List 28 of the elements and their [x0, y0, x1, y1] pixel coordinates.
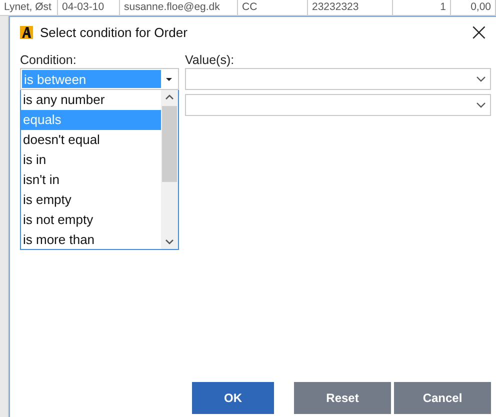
- dropdown-option[interactable]: is empty: [21, 190, 161, 210]
- value-dropdown[interactable]: [185, 94, 491, 116]
- app-logo-icon: [20, 26, 33, 38]
- table-cell: 23232323: [308, 0, 393, 15]
- chevron-down-icon: [476, 76, 486, 82]
- table-cell: CC: [238, 0, 308, 15]
- close-button[interactable]: ×: [466, 21, 491, 43]
- table-cell: 0,00: [451, 0, 496, 15]
- chevron-down-icon: [476, 102, 486, 108]
- caret-icon: [166, 78, 172, 81]
- table-cell: 04-03-10: [58, 0, 120, 15]
- dialog-button[interactable]: Reset: [294, 382, 391, 414]
- values-label: Value(s):: [185, 53, 236, 68]
- table-cell: Lynet, Øst: [0, 0, 58, 15]
- dropdown-option[interactable]: is in: [21, 150, 161, 170]
- value-dropdown[interactable]: [185, 68, 491, 90]
- dropdown-option[interactable]: is not empty: [21, 210, 161, 230]
- condition-label: Condition:: [20, 53, 78, 68]
- table-cell: 1: [393, 0, 451, 15]
- dropdown-option[interactable]: is more than: [21, 230, 161, 250]
- dialog-button[interactable]: Cancel: [394, 382, 491, 414]
- ok-button[interactable]: OK: [192, 382, 274, 414]
- table-cell: susanne.floe@eg.dk: [120, 0, 238, 15]
- dropdown-option[interactable]: doesn't equal: [21, 130, 161, 150]
- dropdown-option[interactable]: isn't in: [21, 170, 161, 190]
- dialog-title: Select condition for Order: [40, 24, 188, 40]
- dropdown-option[interactable]: is any number: [21, 90, 161, 110]
- scrollbar[interactable]: [161, 90, 178, 249]
